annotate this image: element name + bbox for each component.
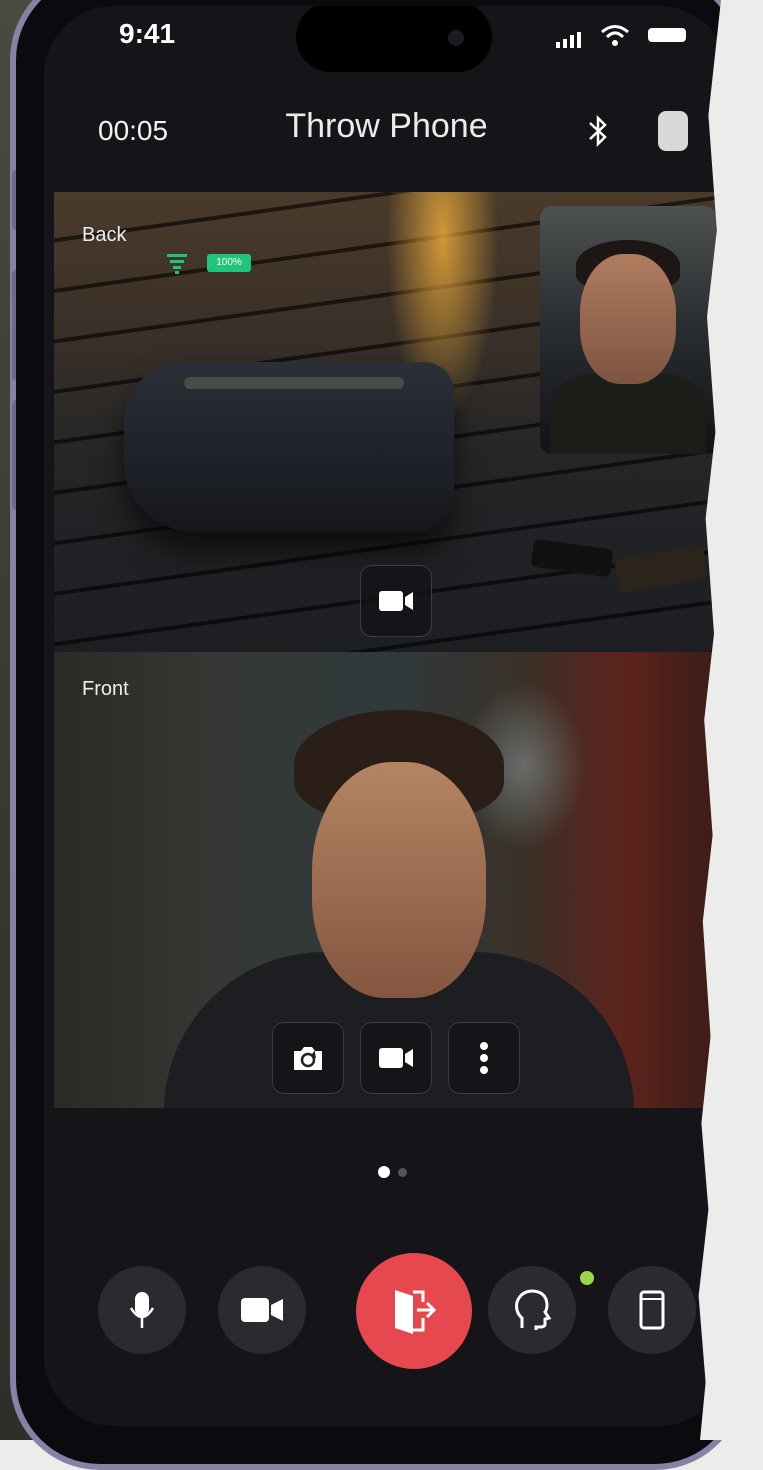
microphone-button[interactable] [98, 1266, 186, 1354]
dynamic-island [296, 6, 492, 72]
phone-bezel: 9:41 00:05 Throw Phone Back 100% Front [16, 0, 739, 1464]
device-button[interactable] [608, 1266, 696, 1354]
front-video-button[interactable] [360, 1022, 432, 1094]
back-camera-label: Back [82, 224, 127, 246]
exit-door-icon [395, 1290, 437, 1334]
bluetooth-icon[interactable] [585, 113, 611, 149]
phone-outline-icon [639, 1290, 665, 1330]
camera-dot [448, 30, 464, 46]
wallet-on-ground [613, 544, 709, 594]
page-indicator [44, 1166, 729, 1178]
assistant-button[interactable] [488, 1266, 576, 1354]
switch-camera-button[interactable] [272, 1022, 344, 1094]
remote-video-pip[interactable] [540, 206, 716, 454]
more-options-button[interactable] [448, 1022, 520, 1094]
battery-icon [648, 28, 686, 42]
head-icon [515, 1289, 552, 1330]
bag-strap [184, 377, 404, 389]
status-indicator-dot [580, 1271, 594, 1285]
phone-on-ground [530, 538, 614, 578]
cellular-signal-icon [556, 32, 581, 48]
video-camera-icon [379, 1048, 413, 1068]
camera-switch-icon [294, 1047, 322, 1070]
video-camera-icon [241, 1298, 283, 1322]
phone-icon[interactable] [658, 111, 688, 151]
wifi-icon [601, 25, 629, 46]
pip-face [580, 254, 676, 384]
microphone-icon [129, 1292, 155, 1328]
status-time: 9:41 [119, 18, 176, 49]
video-camera-icon [379, 591, 413, 611]
signal-strength-icon [167, 254, 187, 274]
page-dot-active[interactable] [378, 1166, 390, 1178]
call-header: 00:05 Throw Phone [44, 101, 729, 161]
pip-body [550, 374, 706, 454]
back-video-button[interactable] [360, 565, 432, 637]
front-face [312, 762, 486, 998]
video-toggle-button[interactable] [218, 1266, 306, 1354]
front-camera-label: Front [82, 678, 129, 700]
phone-frame: 9:41 00:05 Throw Phone Back 100% Front [10, 0, 745, 1470]
page-dot[interactable] [398, 1168, 407, 1177]
battery-badge: 100% [207, 254, 251, 272]
page-title: Throw Phone [285, 107, 488, 145]
phone-screen: 9:41 00:05 Throw Phone Back 100% Front [44, 6, 729, 1426]
status-bar: 9:41 [44, 6, 729, 86]
more-icon [480, 1042, 488, 1074]
end-call-button[interactable] [356, 1253, 472, 1369]
